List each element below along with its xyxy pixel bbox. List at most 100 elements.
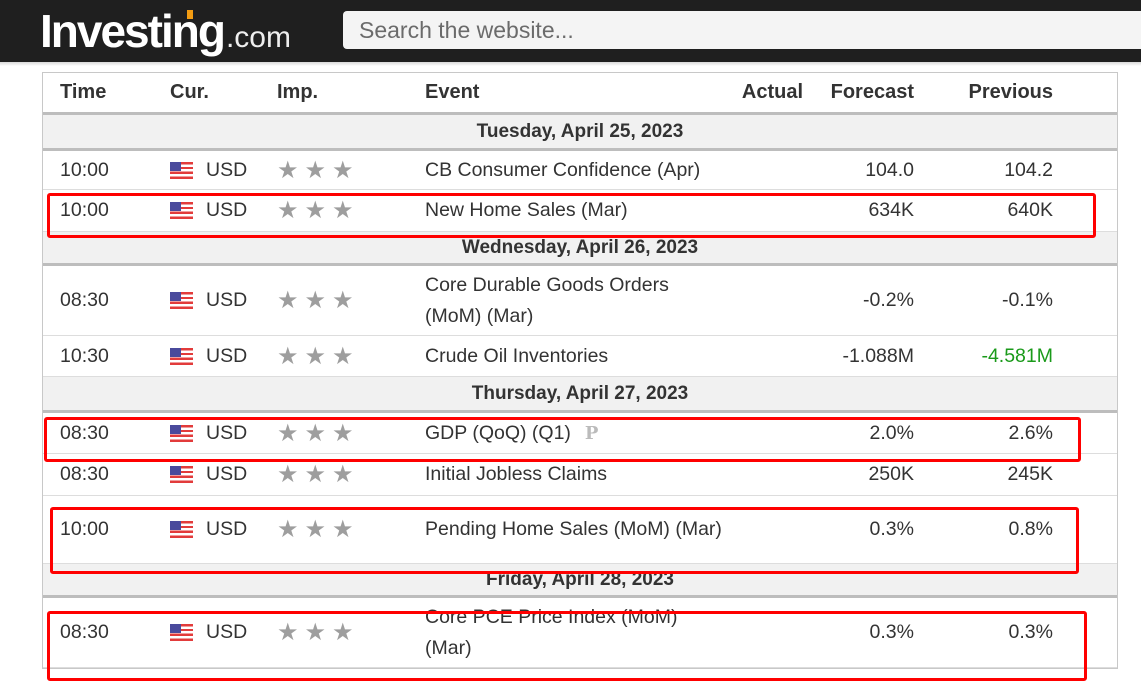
event-name[interactable]: Core PCE Price Index (MoM) (Mar) [425, 598, 725, 667]
importance-rating: ★ ★ ★ [277, 190, 354, 231]
event-actual [703, 190, 803, 231]
table-header: Time Cur. Imp. Event Actual Forecast Pre… [43, 73, 1117, 115]
event-row[interactable]: 10:00 USD ★ ★ ★ Pending Home Sales (MoM) (Mar… [43, 496, 1117, 564]
importance-rating: ★ ★ ★ [277, 598, 354, 667]
event-name-text[interactable]: Initial Jobless Claims [425, 463, 607, 485]
currency-code: USD [206, 518, 248, 540]
column-header-time[interactable]: Time [60, 73, 106, 112]
star-icon: ★ [332, 461, 354, 488]
event-row[interactable]: 08:30 USD ★ ★ ★ GDP (QoQ) (Q1) P 2.0% 2.6% [43, 413, 1117, 454]
star-icon: ★ [277, 516, 299, 543]
event-time: 08:30 [60, 421, 109, 444]
event-time: 08:30 [60, 463, 109, 485]
us-flag-icon [170, 466, 193, 483]
event-currency: USD [170, 454, 247, 495]
event-currency: USD [170, 266, 247, 335]
column-header-actual[interactable]: Actual [703, 73, 803, 112]
star-icon: ★ [304, 419, 327, 447]
event-name-text[interactable]: Crude Oil Inventories [425, 345, 608, 367]
event-row[interactable]: 08:30 USD ★ ★ ★ Initial Jobless Claims 250K 245… [43, 454, 1117, 496]
star-icon: ★ [277, 419, 299, 447]
event-row[interactable]: 10:00 USD ★ ★ ★ CB Consumer Confidence (Apr) 1… [43, 151, 1117, 190]
event-forecast: -0.2% [863, 289, 914, 311]
event-name[interactable]: Core Durable Goods Orders (MoM) (Mar) [425, 266, 725, 335]
event-name-text[interactable]: Core Durable Goods Orders (MoM) (Mar) [425, 274, 669, 327]
event-name[interactable]: Crude Oil Inventories [425, 336, 725, 376]
column-header-event[interactable]: Event [425, 73, 725, 112]
currency-code: USD [206, 199, 248, 221]
event-actual [703, 454, 803, 495]
header-shadow [0, 62, 1141, 66]
column-header-forecast[interactable]: Forecast [813, 73, 914, 112]
us-flag-icon [170, 624, 193, 641]
star-icon: ★ [304, 342, 327, 370]
event-name-text[interactable]: Pending Home Sales (MoM) (Mar) [425, 518, 722, 540]
star-icon: ★ [277, 287, 299, 314]
currency-code: USD [206, 158, 248, 181]
event-currency: USD [170, 151, 247, 189]
event-name[interactable]: Initial Jobless Claims [425, 454, 725, 495]
event-row[interactable]: 08:30 USD ★ ★ ★ Core PCE Price Index (MoM) (M… [43, 598, 1117, 668]
event-previous: 640K [1007, 199, 1053, 221]
us-flag-icon [170, 161, 193, 179]
star-icon: ★ [277, 197, 299, 224]
importance-rating: ★ ★ ★ [277, 151, 354, 189]
event-currency: USD [170, 413, 247, 453]
event-name[interactable]: CB Consumer Confidence (Apr) [425, 151, 725, 189]
preliminary-icon: P [584, 422, 599, 444]
star-icon: ★ [277, 342, 299, 370]
importance-rating: ★ ★ ★ [277, 454, 354, 495]
importance-rating: ★ ★ ★ [277, 496, 354, 563]
star-icon: ★ [332, 516, 354, 543]
star-icon: ★ [304, 156, 327, 184]
event-previous: -4.581M [981, 344, 1053, 367]
importance-rating: ★ ★ ★ [277, 336, 354, 376]
event-row[interactable]: 10:00 USD ★ ★ ★ New Home Sales (Mar) 634K 640K [43, 190, 1117, 232]
logo-suffix-text: .com [225, 21, 291, 54]
event-forecast: 0.3% [869, 518, 914, 540]
event-currency: USD [170, 190, 247, 231]
star-icon: ★ [332, 287, 354, 314]
event-name[interactable]: Pending Home Sales (MoM) (Mar) [425, 496, 725, 563]
event-currency: USD [170, 336, 247, 376]
event-forecast: 250K [868, 463, 914, 485]
currency-code: USD [206, 344, 248, 367]
event-previous: 104.2 [1004, 158, 1053, 181]
event-name[interactable]: New Home Sales (Mar) [425, 190, 725, 231]
currency-code: USD [206, 289, 248, 311]
star-icon: ★ [332, 619, 354, 646]
column-header-importance[interactable]: Imp. [277, 73, 318, 112]
event-time: 10:30 [60, 344, 109, 367]
search-input[interactable] [343, 11, 1141, 49]
star-icon: ★ [304, 619, 327, 646]
us-flag-icon [170, 521, 193, 538]
event-time: 10:00 [60, 158, 109, 181]
star-icon: ★ [332, 197, 354, 224]
event-row[interactable]: 08:30 USD ★ ★ ★ Core Durable Goods Orders (Mo… [43, 266, 1117, 336]
event-name-text[interactable]: New Home Sales (Mar) [425, 199, 628, 221]
star-icon: ★ [277, 461, 299, 488]
star-icon: ★ [304, 287, 327, 314]
star-icon: ★ [304, 516, 327, 543]
event-actual [703, 336, 803, 376]
importance-rating: ★ ★ ★ [277, 266, 354, 335]
us-flag-icon [170, 424, 193, 442]
event-currency: USD [170, 598, 247, 667]
event-name-text[interactable]: Core PCE Price Index (MoM) (Mar) [425, 606, 677, 659]
event-currency: USD [170, 496, 247, 563]
day-header: Friday, April 28, 2023 [43, 564, 1117, 598]
column-header-currency[interactable]: Cur. [170, 73, 209, 112]
event-name[interactable]: GDP (QoQ) (Q1) P [425, 413, 725, 453]
column-header-previous[interactable]: Previous [933, 73, 1053, 112]
event-actual [703, 496, 803, 563]
investing-logo[interactable]: Investing .com [40, 4, 291, 58]
event-time: 08:30 [60, 289, 109, 311]
event-name-text[interactable]: GDP (QoQ) (Q1) [425, 422, 571, 444]
event-actual [703, 151, 803, 189]
star-icon: ★ [332, 419, 354, 447]
event-previous: 0.8% [1008, 518, 1053, 540]
event-row[interactable]: 10:30 USD ★ ★ ★ Crude Oil Inventories -1.088M -… [43, 336, 1117, 377]
event-name-text[interactable]: CB Consumer Confidence (Apr) [425, 159, 700, 181]
logo-main-text: Investing [40, 5, 226, 57]
event-time: 08:30 [60, 621, 109, 643]
